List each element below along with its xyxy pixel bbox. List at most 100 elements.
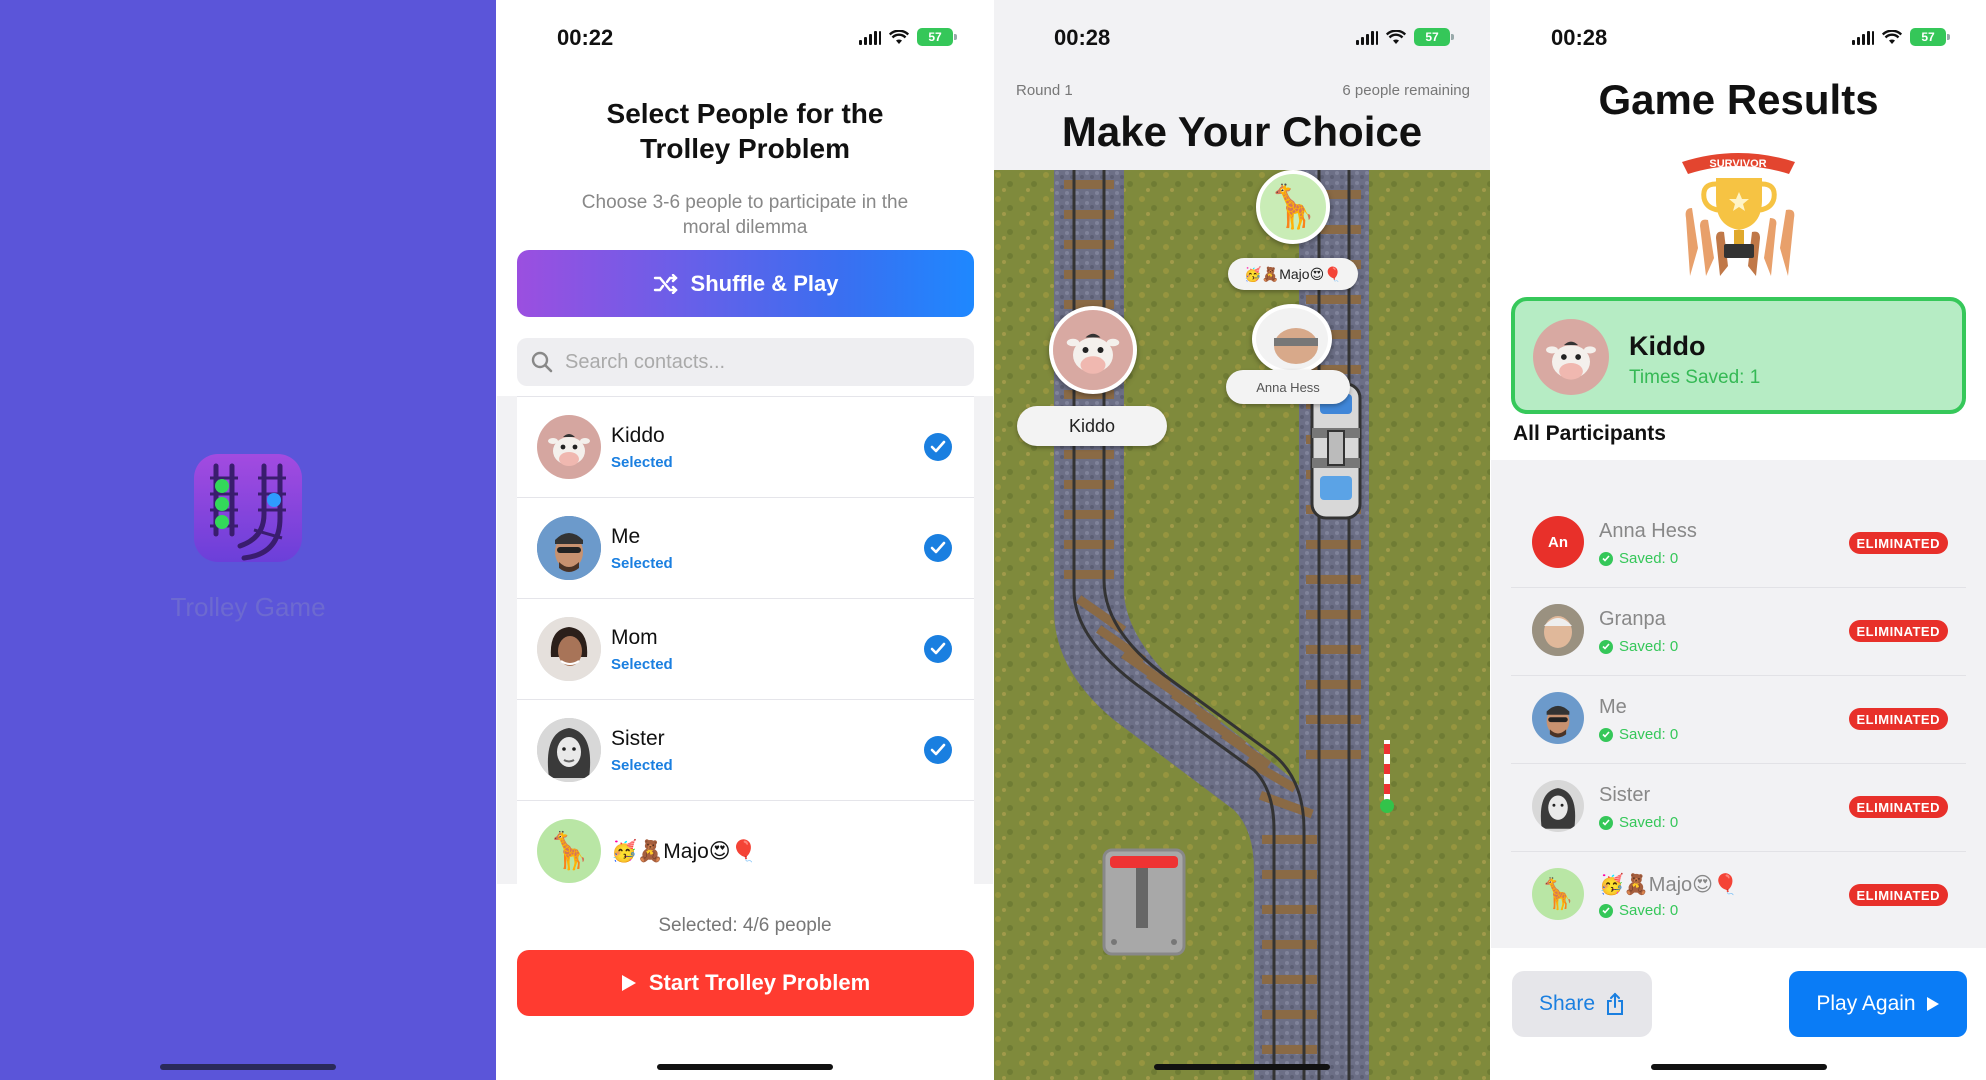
cellular-signal-icon (859, 29, 881, 45)
participant-saved: Saved: 0 (1599, 638, 1678, 655)
checkmark-icon[interactable] (924, 433, 952, 461)
status-bar: 00:22 57 (497, 22, 993, 52)
wifi-icon (1882, 29, 1902, 44)
round-label: Round 1 (1016, 82, 1073, 99)
select-people-screen: 00:22 57 Select People for the Trolley P… (497, 0, 993, 1080)
battery-icon: 57 (1910, 28, 1950, 46)
status-bar: 00:28 57 (1491, 22, 1986, 52)
page-subtitle: Choose 3-6 people to participate in the … (581, 192, 909, 238)
contact-name: Me (611, 524, 641, 548)
contact-status: Selected (611, 554, 673, 572)
trolley (1310, 382, 1362, 520)
status-time: 00:28 (1551, 25, 1608, 50)
shuffle-icon (653, 273, 678, 294)
eliminated-badge: ELIMINATED (1848, 532, 1948, 554)
page-title: Make Your Choice (1061, 108, 1423, 155)
participant-name: Sister (1599, 784, 1651, 806)
winner-name: Kiddo (1629, 331, 1706, 361)
check-circle-icon (1599, 815, 1613, 830)
status-time: 00:28 (1054, 25, 1111, 50)
shuffle-play-label: Shuffle & Play (690, 270, 839, 296)
railway-tracks (994, 170, 1490, 1080)
play-icon (621, 975, 636, 991)
participant-saved: Saved: 0 (1599, 726, 1678, 743)
check-circle-icon (1599, 639, 1613, 654)
saved-text: Saved: 0 (1619, 638, 1679, 655)
participant-name: Me (1599, 696, 1627, 718)
participant-row-me: Me Saved: 0 ELIMINATED (1511, 676, 1966, 764)
contact-row-sister[interactable]: Sister Selected (517, 699, 974, 800)
contacts-list[interactable]: Kiddo Selected Me Selected Mom Selected (517, 396, 974, 884)
start-trolley-problem-button[interactable]: Start Trolley Problem (517, 950, 974, 1016)
contact-status: Selected (611, 756, 673, 774)
home-indicator[interactable] (1154, 1064, 1330, 1070)
contact-row-kiddo[interactable]: Kiddo Selected (517, 396, 974, 497)
saved-text: Saved: 0 (1619, 726, 1679, 743)
contact-name: Kiddo (611, 423, 665, 447)
track-scene[interactable]: Kiddo 🦒 🥳🧸Majo😍🎈 Anna Hess (994, 170, 1490, 1080)
contact-status: Selected (611, 453, 673, 471)
checkmark-icon[interactable] (924, 736, 952, 764)
cellular-signal-icon (1852, 29, 1874, 45)
participant-saved: Saved: 0 (1599, 814, 1678, 831)
avatar (1532, 692, 1584, 744)
page-title: Game Results (1598, 76, 1879, 123)
contact-row-majo[interactable]: 🦒 🥳🧸Majo😍🎈 (517, 800, 974, 884)
title-line-1: Select People for the (606, 98, 884, 129)
saved-text: Saved: 0 (1619, 902, 1679, 919)
cellular-signal-icon (1356, 29, 1378, 45)
survivor-banner: SURVIVOR (1709, 158, 1766, 170)
search-bar[interactable] (517, 338, 974, 386)
winner-avatar (1533, 319, 1609, 395)
anna-token-avatar[interactable] (1252, 304, 1332, 374)
saved-text: Saved: 0 (1619, 550, 1679, 567)
participant-row-granpa: Granpa Saved: 0 ELIMINATED (1511, 588, 1966, 676)
contact-row-me[interactable]: Me Selected (517, 497, 974, 598)
wifi-icon (1386, 29, 1406, 44)
majo-name-tag: 🥳🧸Majo😍🎈 (1228, 258, 1358, 290)
contact-name: Sister (611, 726, 665, 750)
play-again-button[interactable]: Play Again (1789, 971, 1967, 1037)
play-again-label: Play Again (1816, 992, 1916, 1015)
contact-row-mom[interactable]: Mom Selected (517, 598, 974, 699)
eliminated-badge: ELIMINATED (1848, 708, 1948, 730)
participant-saved: Saved: 0 (1599, 902, 1678, 919)
app-name-label[interactable]: Trolley Game (0, 592, 496, 623)
majo-token-avatar[interactable]: 🦒 (1256, 170, 1330, 244)
contact-name: 🥳🧸Majo😍🎈 (611, 839, 757, 863)
winner-card: Kiddo Times Saved: 1 (1511, 297, 1966, 414)
checkmark-icon[interactable] (924, 635, 952, 663)
check-circle-icon (1599, 551, 1613, 566)
checkmark-icon[interactable] (924, 534, 952, 562)
kiddo-token-avatar[interactable] (1049, 306, 1137, 394)
trolley-app-icon[interactable] (194, 454, 302, 562)
launch-screen: Trolley Game (0, 0, 496, 1080)
wifi-icon (889, 29, 909, 44)
avatar (1532, 780, 1584, 832)
anna-name-tag: Anna Hess (1226, 370, 1350, 404)
title-line-2: Trolley Problem (639, 133, 851, 164)
home-indicator[interactable] (657, 1064, 833, 1070)
participant-row-anna-hess: An Anna Hess Saved: 0 ELIMINATED (1511, 500, 1966, 588)
check-circle-icon (1599, 903, 1613, 918)
share-button[interactable]: Share (1512, 971, 1652, 1037)
avatar (537, 415, 601, 479)
participant-row-sister: Sister Saved: 0 ELIMINATED (1511, 764, 1966, 852)
participants-list[interactable]: An Anna Hess Saved: 0 ELIMINATED Granpa … (1491, 460, 1986, 948)
search-icon (531, 351, 553, 373)
lever (1102, 848, 1186, 956)
avatar (537, 617, 601, 681)
share-icon (1607, 992, 1624, 1015)
check-circle-icon (1599, 727, 1613, 742)
shuffle-play-button[interactable]: Shuffle & Play (517, 250, 974, 317)
eliminated-badge: ELIMINATED (1848, 884, 1948, 906)
avatar (537, 718, 601, 782)
kiddo-name-tag: Kiddo (1017, 406, 1167, 446)
home-indicator[interactable] (160, 1064, 336, 1070)
game-screen: 00:28 57 Round 1 6 people remaining Make… (994, 0, 1490, 1080)
initials-avatar: An (1532, 516, 1584, 568)
search-input[interactable] (565, 350, 945, 374)
home-indicator[interactable] (1650, 1064, 1827, 1070)
contact-name: Mom (611, 625, 658, 649)
contact-status: Selected (611, 655, 673, 673)
